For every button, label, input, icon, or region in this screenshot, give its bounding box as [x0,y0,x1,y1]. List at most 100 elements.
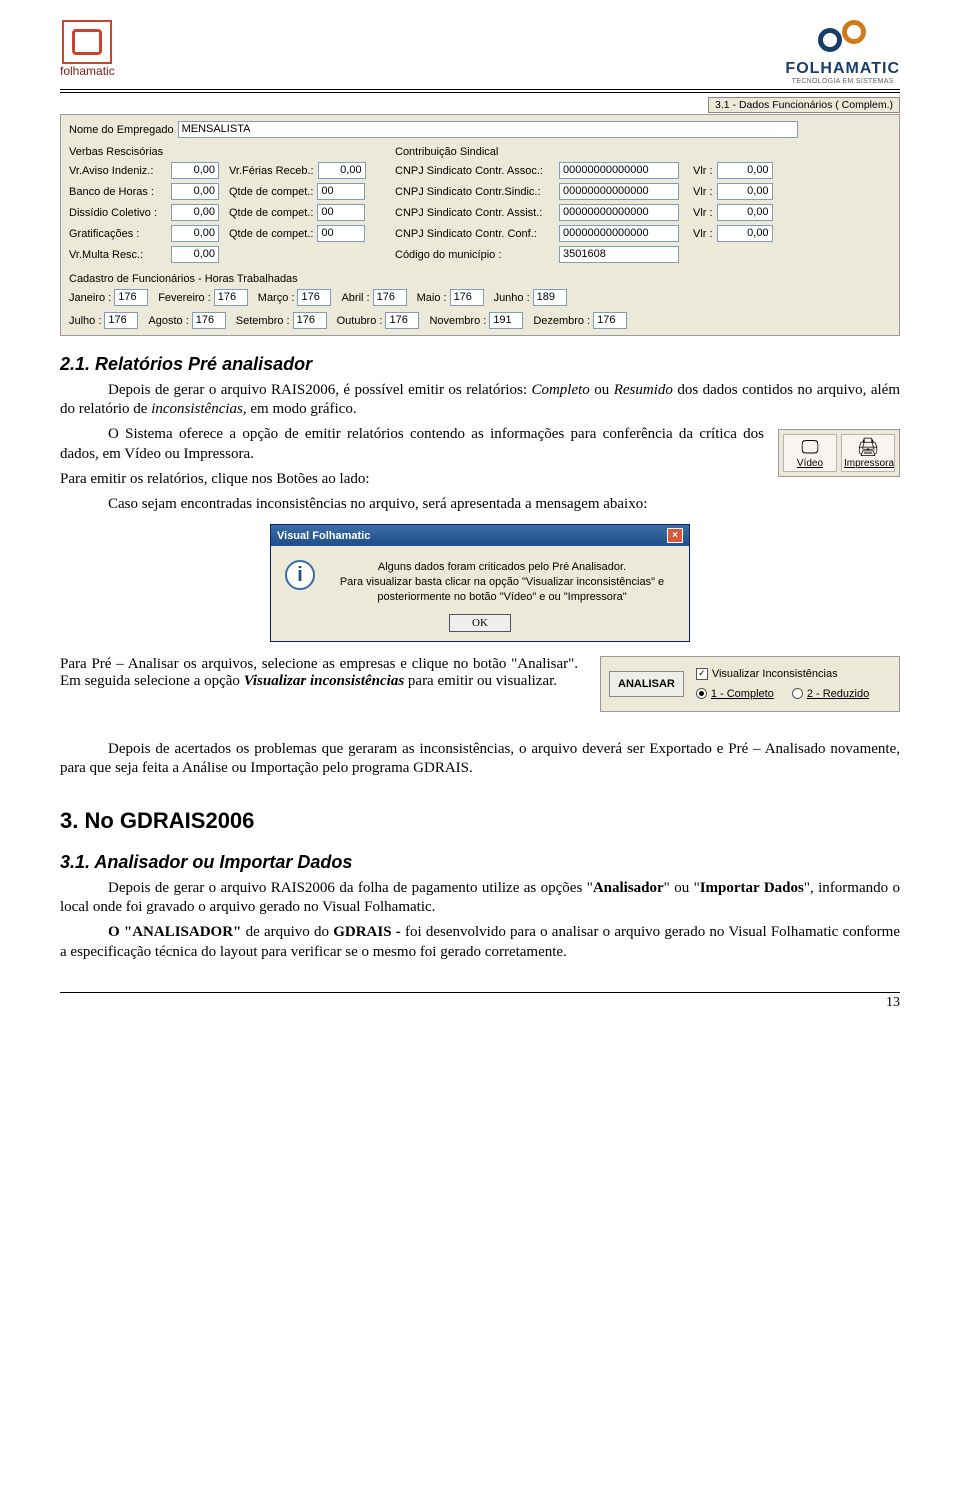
ago-label: Agosto : [148,315,188,327]
multa-field[interactable]: 0,00 [171,246,219,263]
nov-field[interactable]: 191 [489,312,523,329]
p8a: O "ANALISADOR" [108,924,241,940]
p1a: Depois de gerar o arquivo RAIS2006, é po… [108,382,531,398]
jul-field[interactable]: 176 [104,312,138,329]
p1d: Resumido [614,382,673,398]
para-2: O Sistema oferece a opção de emitir rela… [60,425,900,463]
sec3-heading: 3. No GDRAIS2006 [60,808,900,834]
abr-field[interactable]: 176 [373,289,407,306]
dissidio-field[interactable]: 0,00 [171,204,219,221]
logo-right-tagline: TECNOLOGIA EM SISTEMAS [792,78,894,85]
ferias-label: Vr.Férias Receb.: [229,165,314,177]
out-field[interactable]: 176 [385,312,419,329]
jan-field[interactable]: 176 [114,289,148,306]
dlg-line3: posteriormente no botão "Vídeo" e ou "Im… [377,591,626,603]
dez-field[interactable]: 176 [593,312,627,329]
fev-label: Fevereiro : [158,292,211,304]
cnpj-assoc-field[interactable]: 00000000000000 [559,162,679,179]
mar-label: Março : [258,292,295,304]
vlr4-label: Vlr : [693,228,713,240]
form-screenshot: 3.1 - Dados Funcionários ( Complem.) Nom… [60,99,900,336]
para-5: Para Pré – Analisar os arquivos, selecio… [60,656,578,690]
cnpj-sindic-field[interactable]: 00000000000000 [559,183,679,200]
radio-completo-label: 1 - Completo [711,688,774,700]
vlr1-field[interactable]: 0,00 [717,162,773,179]
video-label: Vídeo [797,458,823,469]
para-8: O "ANALISADOR" de arquivo do GDRAIS - fo… [60,923,900,961]
vlr2-field[interactable]: 0,00 [717,183,773,200]
cnpj-assist-field[interactable]: 00000000000000 [559,204,679,221]
video-button[interactable]: 🖵 Vídeo [783,434,837,472]
logo-right: FOLHAMATIC TECNOLOGIA EM SISTEMAS [785,20,900,85]
message-dialog: Visual Folhamatic × i Alguns dados foram… [270,524,690,642]
vlr4-field[interactable]: 0,00 [717,225,773,242]
header-rule [60,89,900,93]
nome-field[interactable]: MENSALISTA [178,121,798,138]
compet1-field[interactable]: 00 [317,183,365,200]
impressora-button[interactable]: 🖨 Impressora [841,434,895,472]
info-icon: i [285,560,315,590]
nov-label: Novembro : [429,315,486,327]
logo-left: folhamatic [60,20,115,78]
analisar-button[interactable]: ANALISAR [609,671,684,697]
para-7: Depois de gerar o arquivo RAIS2006 da fo… [60,879,900,917]
p1c: ou [590,382,614,398]
p8c: GDRAIS - [333,924,405,940]
p7b: Analisador [593,880,664,896]
sec21-heading: 2.1. Relatórios Pré analisador [60,354,900,375]
ok-button[interactable]: OK [449,614,511,632]
options-panel: ANALISAR ✓ Visualizar Inconsistências 1 … [600,656,900,712]
sec31-heading: 3.1. Analisador ou Importar Dados [60,852,900,873]
jun-field[interactable]: 189 [533,289,567,306]
p1g: , em modo gráfico. [243,401,357,417]
impressora-label: Impressora [844,458,894,469]
gratif-field[interactable]: 0,00 [171,225,219,242]
p7a: Depois de gerar o arquivo RAIS2006 da fo… [108,880,593,896]
set-field[interactable]: 176 [293,312,327,329]
close-icon[interactable]: × [667,528,683,543]
aviso-field[interactable]: 0,00 [171,162,219,179]
banco-field[interactable]: 0,00 [171,183,219,200]
visualizar-checkbox[interactable]: ✓ [696,668,708,680]
document-body: 2.1. Relatórios Pré analisador Depois de… [60,354,900,962]
p8b: de arquivo do [241,924,333,940]
p5b: Visualizar inconsistências [244,673,404,689]
p7c: " ou " [664,880,700,896]
compet3-field[interactable]: 00 [317,225,365,242]
cnpj-conf-field[interactable]: 00000000000000 [559,225,679,242]
jan-label: Janeiro : [69,292,111,304]
out-label: Outubro : [337,315,383,327]
verbas-title: Verbas Rescisórias [69,146,389,158]
p7d: Importar Dados [700,880,804,896]
multa-label: Vr.Multa Resc.: [69,249,167,261]
mar-field[interactable]: 176 [297,289,331,306]
codigo-mun-field[interactable]: 3501608 [559,246,679,263]
vlr3-field[interactable]: 0,00 [717,204,773,221]
page-number: 13 [60,995,900,1011]
dissidio-label: Dissídio Coletivo : [69,207,167,219]
fev-field[interactable]: 176 [214,289,248,306]
compet2-field[interactable]: 00 [317,204,365,221]
cnpj-sindic-label: CNPJ Sindicato Contr.Sindic.: [395,186,555,198]
visualizar-label: Visualizar Inconsistências [712,668,838,680]
side-buttons: 🖵 Vídeo 🖨 Impressora [778,429,900,477]
compet3-label: Qtde de compet.: [229,228,313,240]
radio-completo[interactable] [696,688,707,699]
compet1-label: Qtde de compet.: [229,186,313,198]
radio-reduzido[interactable] [792,688,803,699]
form-panel: Nome do Empregado MENSALISTA Verbas Resc… [60,114,900,336]
ago-field[interactable]: 176 [192,312,226,329]
codigo-mun-label: Código do município : [395,249,555,261]
cnpj-conf-label: CNPJ Sindicato Contr. Conf.: [395,228,555,240]
dlg-line1: Alguns dados foram criticados pelo Pré A… [378,561,626,573]
cnpj-assist-label: CNPJ Sindicato Contr. Assist.: [395,207,555,219]
window-title-text: 3.1 - Dados Funcionários ( Complem.) [708,97,900,113]
banco-label: Banco de Horas : [69,186,167,198]
mai-field[interactable]: 176 [450,289,484,306]
printer-icon: 🖨 [844,438,892,456]
gratif-label: Gratificações : [69,228,167,240]
dialog-titlebar: Visual Folhamatic × [271,525,689,546]
ferias-field[interactable]: 0,00 [318,162,366,179]
check-mark-icon: ✓ [698,668,706,679]
page-header: folhamatic FOLHAMATIC TECNOLOGIA EM SIST… [60,20,900,85]
